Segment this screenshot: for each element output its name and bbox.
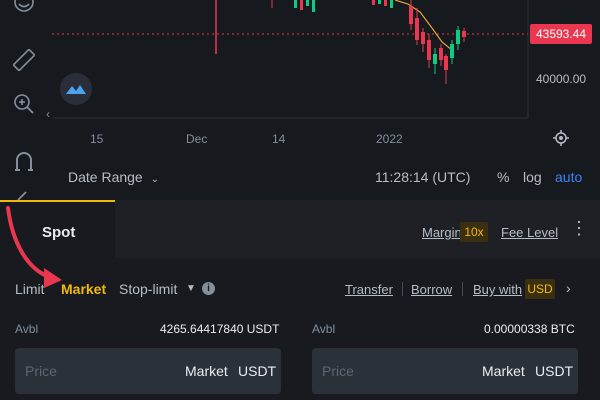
info-icon[interactable]: i — [202, 282, 215, 295]
tradingview-logo-badge[interactable] — [60, 73, 92, 105]
chevron-down-icon: ⌄ — [150, 174, 159, 185]
utc-clock: 11:28:14 (UTC) — [375, 169, 471, 185]
price-placeholder: Price — [25, 363, 57, 379]
mountain-logo-icon — [66, 85, 86, 94]
emoji-icon[interactable] — [10, 0, 38, 16]
price-chart[interactable]: ‹ 15 Dec 14 2022 43593.44 40000.00 Date … — [0, 0, 600, 201]
buy-with-currency-badge[interactable]: USD — [525, 279, 555, 299]
price-mode-market: Market — [482, 363, 525, 379]
log-scale-toggle[interactable]: log — [523, 169, 542, 185]
date-range-label: Date Range — [68, 169, 143, 185]
price-mode-market: Market — [185, 363, 228, 379]
price-unit: USDT — [238, 363, 277, 379]
buy-price-input[interactable]: Price Market USDT — [15, 348, 281, 394]
divider — [402, 282, 403, 296]
chart-settings-gear-icon[interactable] — [553, 130, 569, 146]
ruler-icon[interactable] — [10, 46, 38, 74]
magnet-icon[interactable] — [10, 148, 38, 176]
date-range-dropdown[interactable]: Date Range ⌄ — [68, 169, 159, 185]
chart-canvas[interactable]: ‹ 15 Dec 14 2022 — [0, 0, 600, 160]
sell-price-input[interactable]: Price Market USDT — [312, 348, 578, 394]
divider — [462, 282, 463, 296]
sell-avbl-label: Avbl — [312, 322, 336, 336]
fee-level-link[interactable]: Fee Level — [501, 225, 558, 240]
borrow-link[interactable]: Borrow — [411, 282, 452, 297]
candle-group-top — [271, 0, 393, 12]
candle-group-drop — [409, 0, 466, 84]
zoom-in-icon[interactable] — [10, 90, 38, 118]
percent-scale-toggle[interactable]: % — [497, 169, 509, 185]
caret-down-icon[interactable]: ▼ — [186, 283, 196, 294]
current-price-badge: 43593.44 — [530, 24, 592, 44]
auto-scale-toggle[interactable]: auto — [555, 169, 582, 185]
x-tick-label: Dec — [186, 132, 207, 146]
leverage-badge[interactable]: 10x — [460, 222, 488, 242]
buy-avbl-label: Avbl — [15, 322, 39, 336]
margin-link[interactable]: Margin — [422, 225, 462, 240]
drawing-toolbar — [0, 0, 48, 201]
price-unit: USDT — [535, 363, 574, 379]
annotation-arrow-icon — [6, 206, 62, 288]
x-tick-label: 15 — [90, 132, 104, 146]
price-axis-label: 40000.00 — [536, 72, 587, 86]
order-type-stop-limit[interactable]: Stop-limit — [119, 281, 177, 297]
buy-avbl-value: 4265.64417840 USDT — [160, 322, 280, 336]
buy-with-link[interactable]: Buy with — [473, 282, 522, 297]
x-tick-label: 2022 — [376, 132, 403, 146]
x-tick-label: 14 — [272, 132, 286, 146]
chevron-right-icon[interactable]: › — [566, 280, 571, 296]
transfer-link[interactable]: Transfer — [345, 282, 393, 297]
sell-avbl-value: 0.00000338 BTC — [484, 322, 575, 336]
price-placeholder: Price — [322, 363, 354, 379]
more-options-icon[interactable]: ⋮ — [570, 218, 588, 239]
